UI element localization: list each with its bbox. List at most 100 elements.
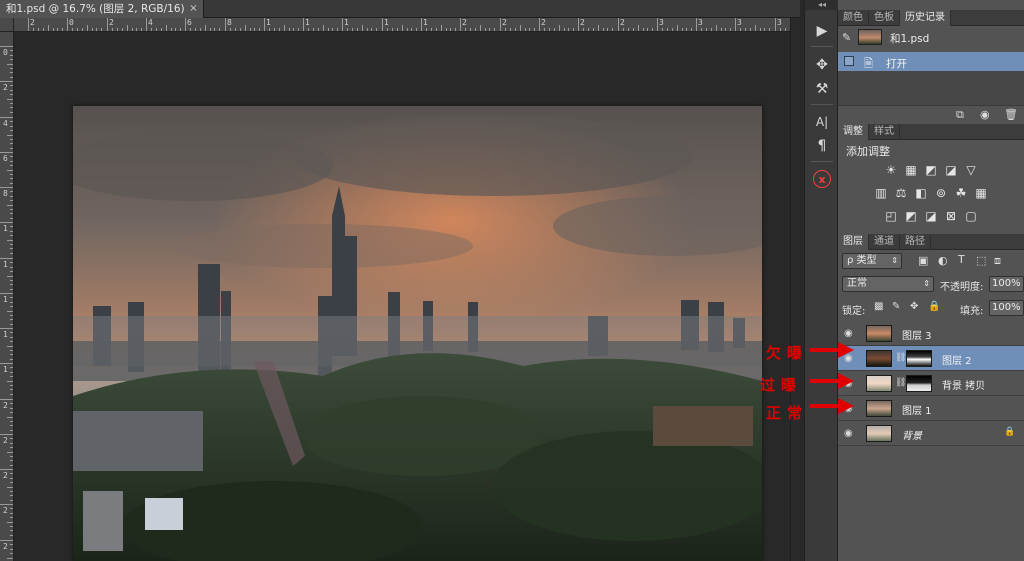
channel-mixer-icon[interactable]: ☘ bbox=[953, 185, 970, 200]
layer-mask-thumbnail[interactable] bbox=[906, 350, 932, 367]
ruler-tick bbox=[10, 482, 13, 483]
color-lookup-icon[interactable]: ▦ bbox=[973, 185, 990, 200]
tab-layers[interactable]: 图层 bbox=[838, 234, 869, 250]
ruler-tick bbox=[10, 530, 13, 531]
tab-channels[interactable]: 通道 bbox=[869, 234, 900, 250]
ruler-tick bbox=[686, 28, 687, 31]
ruler-tick bbox=[214, 28, 215, 31]
ruler-tick bbox=[10, 332, 13, 333]
ruler-tick bbox=[706, 28, 707, 31]
gradient-map-icon[interactable]: ▢ bbox=[963, 208, 980, 223]
trash-icon[interactable]: 🗑 bbox=[1004, 108, 1018, 121]
ruler-label: 2 bbox=[620, 18, 625, 27]
character-icon[interactable]: A| bbox=[809, 111, 835, 133]
levels-icon[interactable]: ▦ bbox=[903, 162, 920, 177]
filter-pixel-icon[interactable]: ▣ bbox=[918, 254, 928, 267]
black-white-icon[interactable]: ◧ bbox=[913, 185, 930, 200]
invert-icon[interactable]: ◰ bbox=[883, 208, 900, 223]
selective-color-icon[interactable]: ⊠ bbox=[943, 208, 960, 223]
ruler-tick bbox=[407, 28, 408, 31]
document-image[interactable] bbox=[73, 106, 762, 561]
ruler-tick bbox=[10, 526, 13, 527]
ruler-tick bbox=[362, 25, 363, 31]
brush-presets-icon[interactable]: ✥ bbox=[809, 54, 835, 76]
x-plugin-icon[interactable]: x bbox=[813, 170, 831, 188]
filter-type-icon[interactable]: T bbox=[958, 253, 965, 266]
ruler-tick bbox=[559, 25, 560, 31]
ruler-tick bbox=[43, 28, 44, 31]
paragraph-icon[interactable]: ¶ bbox=[809, 135, 835, 157]
checkbox-icon[interactable] bbox=[844, 56, 854, 66]
ruler-tick bbox=[0, 293, 13, 294]
lock-pixels-icon[interactable]: ✎ bbox=[892, 301, 900, 312]
history-snapshot[interactable]: ✎ 和1.psd bbox=[838, 26, 1024, 50]
ruler-tick bbox=[10, 403, 13, 404]
camera-icon[interactable]: ◉ bbox=[980, 108, 990, 121]
brightness-icon[interactable]: ☀ bbox=[883, 162, 900, 177]
ruler-vertical[interactable]: 0 2 4 6 8 1 1 1 1 1 2 2 2 2 2 bbox=[0, 32, 14, 561]
blend-mode-select[interactable]: 正常 ⇕ bbox=[842, 276, 934, 292]
tab-adjustments[interactable]: 调整 bbox=[838, 124, 869, 140]
ruler-tick bbox=[10, 253, 13, 254]
visibility-eye-icon[interactable]: ◉ bbox=[844, 328, 853, 339]
opacity-input[interactable]: 100% bbox=[989, 276, 1024, 292]
ruler-tick bbox=[760, 28, 761, 31]
canvas-area[interactable] bbox=[15, 33, 800, 561]
lock-transparency-icon[interactable]: ▩ bbox=[874, 301, 883, 312]
tab-color[interactable]: 颜色 bbox=[838, 10, 869, 26]
history-brush-icon[interactable]: ✎ bbox=[842, 31, 851, 44]
filter-adjustment-icon[interactable]: ◐ bbox=[938, 254, 948, 267]
lock-position-icon[interactable]: ✥ bbox=[910, 301, 918, 312]
canvas-vertical-scrollbar[interactable] bbox=[790, 18, 800, 561]
curves-icon[interactable]: ◩ bbox=[923, 162, 940, 177]
close-tab-icon[interactable]: × bbox=[189, 0, 197, 18]
fill-input[interactable]: 100% bbox=[989, 300, 1024, 316]
ruler-tick bbox=[274, 28, 275, 31]
tab-history[interactable]: 历史记录 bbox=[900, 10, 951, 26]
chevron-updown-icon: ⇕ bbox=[923, 279, 930, 288]
photo-filter-icon[interactable]: ⊚ bbox=[933, 185, 950, 200]
ruler-tick bbox=[10, 196, 13, 197]
ruler-tick bbox=[279, 28, 280, 31]
layer-filter-select[interactable]: ρ 类型 ⇕ bbox=[842, 253, 902, 269]
exposure-icon[interactable]: ◪ bbox=[943, 162, 960, 177]
ruler-tick bbox=[10, 143, 13, 144]
ruler-tick bbox=[72, 28, 73, 31]
ruler-tick bbox=[10, 394, 13, 395]
history-state-open[interactable]: 🗎 打开 bbox=[838, 52, 1024, 71]
mask-link-icon[interactable]: ⛓ bbox=[895, 378, 906, 388]
new-document-from-state-icon[interactable]: ⧉ bbox=[956, 108, 964, 122]
posterize-icon[interactable]: ◩ bbox=[903, 208, 920, 223]
document-tab[interactable]: 和1.psd @ 16.7% (图层 2, RGB/16) × bbox=[0, 0, 204, 18]
lock-all-icon[interactable]: 🔒 bbox=[928, 301, 940, 312]
play-icon[interactable]: ▶ bbox=[809, 20, 835, 42]
ruler-tick bbox=[53, 28, 54, 31]
mask-link-icon[interactable]: ⛓ bbox=[895, 353, 906, 363]
ruler-label: 6 bbox=[187, 18, 192, 27]
tool-presets-icon[interactable]: ⚒ bbox=[809, 78, 835, 100]
ruler-tick bbox=[10, 77, 13, 78]
ruler-tick bbox=[28, 18, 29, 31]
ruler-tick bbox=[190, 28, 191, 31]
ruler-tick bbox=[769, 28, 770, 31]
ruler-tick bbox=[10, 341, 13, 342]
layer-mask-thumbnail[interactable] bbox=[906, 375, 932, 392]
ruler-origin[interactable] bbox=[0, 18, 14, 32]
hue-saturation-icon[interactable]: ▥ bbox=[873, 185, 890, 200]
collapse-panels-icon[interactable]: ◂◂ bbox=[805, 0, 839, 10]
filter-shape-icon[interactable]: ⬚ bbox=[976, 254, 986, 267]
ruler-tick bbox=[10, 430, 13, 431]
ruler-tick bbox=[10, 235, 13, 236]
ruler-label: 1 bbox=[305, 18, 310, 27]
vibrance-icon[interactable]: ▽ bbox=[963, 162, 980, 177]
filter-smart-object-icon[interactable]: ⧈ bbox=[994, 254, 1001, 268]
threshold-icon[interactable]: ◪ bbox=[923, 208, 940, 223]
color-balance-icon[interactable]: ⚖ bbox=[893, 185, 910, 200]
ruler-horizontal[interactable]: 2 0 2 4 6 8 1 1 1 1 1 2 2 2 2 2 3 3 3 3 bbox=[14, 18, 800, 32]
tab-swatches[interactable]: 色板 bbox=[869, 10, 900, 26]
ruler-tick bbox=[10, 284, 13, 285]
tab-styles[interactable]: 样式 bbox=[869, 124, 900, 140]
ruler-tick bbox=[672, 28, 673, 31]
ruler-tick bbox=[10, 183, 13, 184]
tab-paths[interactable]: 路径 bbox=[900, 234, 931, 250]
